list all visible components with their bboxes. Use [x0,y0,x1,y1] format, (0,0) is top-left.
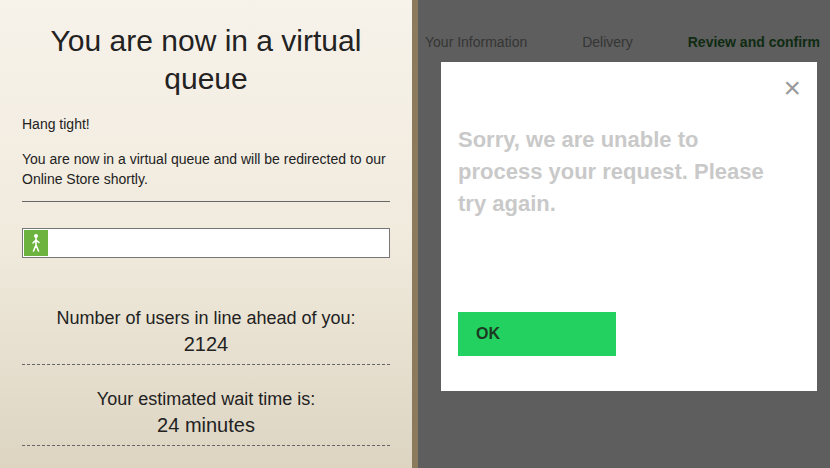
progress-bar [22,228,390,258]
queue-title: You are now in a virtual queue [22,22,390,98]
stat-label: Your estimated wait time is: [97,387,315,411]
queue-message: You are now in a virtual queue and will … [22,149,390,189]
dialog-message: Sorry, we are unable to process your req… [441,124,817,220]
close-button[interactable]: × [781,70,803,106]
stat-value: 24 minutes [157,411,255,439]
app: You are now in a virtual queue Hang tight… [0,0,830,468]
progress-fill [24,230,48,256]
checkout-step[interactable]: Review and confirm [688,32,820,53]
error-dialog: × Sorry, we are unable to process your re… [441,62,817,391]
checkout-step[interactable]: Delivery [582,32,633,53]
checkout-panel: Your Information Delivery Review and confi… [418,0,830,468]
queue-stat: Your estimated wait time is:24 minutes [22,387,390,446]
divider [22,201,390,202]
stat-label: Number of users in line ahead of you: [56,306,355,330]
stat-value: 2124 [184,330,229,358]
greeting: Hang tight! [22,114,390,135]
checkout-step[interactable]: Your Information [425,32,527,53]
walking-person-icon [29,233,43,253]
queue-panel: You are now in a virtual queue Hang tight… [0,0,412,468]
queue-stat: Number of users in line ahead of you:212… [22,306,390,365]
checkout-steps: Your Information Delivery Review and confi… [418,0,830,53]
ok-button[interactable]: OK [458,312,616,356]
